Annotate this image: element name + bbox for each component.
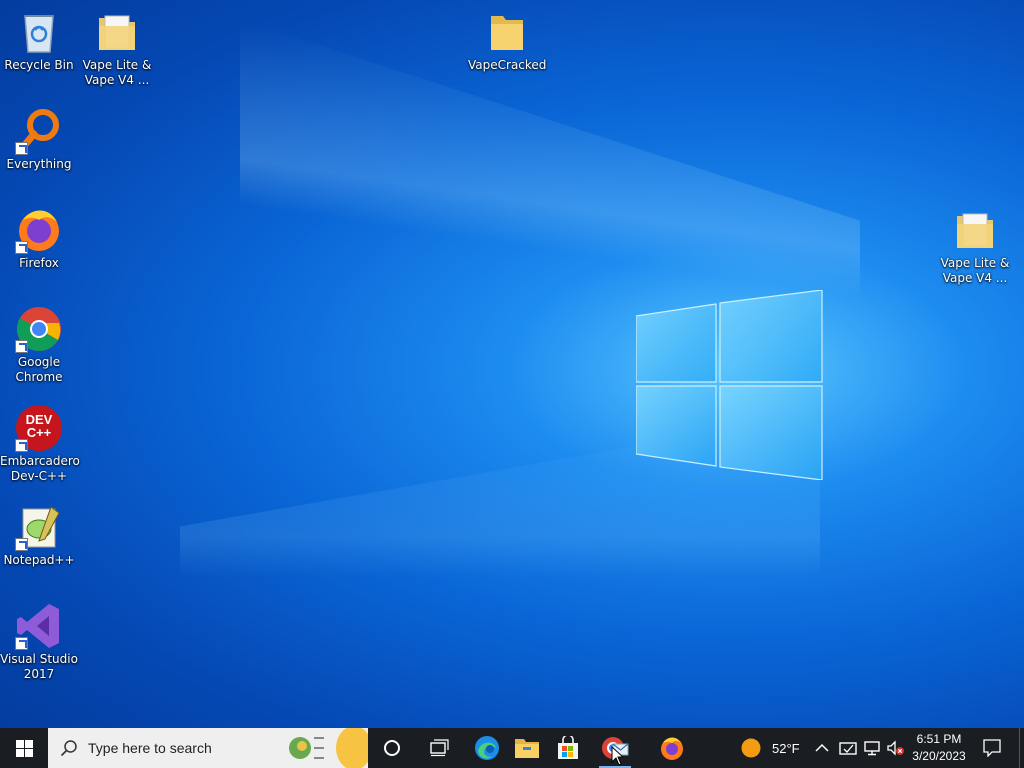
weather-widget[interactable]: 52°F <box>740 728 800 768</box>
cortana-button[interactable] <box>368 728 416 768</box>
visual-studio-icon <box>15 602 63 650</box>
task-view-button[interactable] <box>416 728 464 768</box>
volume-muted-icon[interactable] <box>887 740 905 756</box>
clock-date: 3/20/2023 <box>912 749 966 763</box>
desktop-icon-visual-studio-2017[interactable]: Visual Studio 2017 <box>0 602 78 682</box>
taskbar: Type here to search 52°F 6:51 PM 3/20/20… <box>0 726 1024 768</box>
edge-icon <box>475 736 499 760</box>
network-icon[interactable] <box>863 740 881 756</box>
folder-icon <box>93 8 141 56</box>
windows-start-icon <box>15 739 33 757</box>
firefox-icon <box>661 737 683 760</box>
clock-time: 6:51 PM <box>916 732 962 746</box>
microsoft-store-icon <box>558 736 578 759</box>
shortcut-arrow-icon <box>15 340 28 353</box>
cortana-icon <box>384 740 400 756</box>
desktop-icon-notepad-plus-plus[interactable]: Notepad++ <box>0 503 78 568</box>
weather-sun-icon <box>741 738 761 758</box>
desktop-icon-label: Visual Studio 2017 <box>0 652 78 681</box>
shortcut-arrow-icon <box>15 142 28 155</box>
desktop-icon-label: Embarcadero Dev-C++ <box>0 454 80 483</box>
desktop-icon-label: VapeCracked <box>468 58 547 72</box>
taskbar-microsoft-store[interactable] <box>544 728 592 768</box>
shortcut-arrow-icon <box>15 637 28 650</box>
weather-temperature: 52°F <box>772 740 800 756</box>
desktop-icon-label: Notepad++ <box>3 553 75 567</box>
search-placeholder: Type here to search <box>88 740 212 756</box>
shortcut-arrow-icon <box>15 439 28 452</box>
task-view-icon <box>430 739 449 757</box>
firefox-icon <box>15 206 63 254</box>
folder-icon <box>483 8 531 56</box>
windows-wallpaper-logo <box>636 290 823 480</box>
notification-icon <box>983 739 1001 757</box>
chevron-up-icon[interactable] <box>814 740 830 756</box>
desktop-icon-label: Vape Lite & Vape V4 ... <box>940 256 1010 285</box>
desktop-icon-vape-folder-2[interactable]: Vape Lite & Vape V4 ... <box>936 206 1014 286</box>
taskbar-firefox[interactable] <box>648 728 696 768</box>
desktop-icon-label: Vape Lite & Vape V4 ... <box>82 58 152 87</box>
security-icon[interactable] <box>839 740 857 756</box>
taskbar-search-box[interactable]: Type here to search <box>48 726 372 768</box>
desktop-icon-label: Everything <box>6 157 72 171</box>
devcpp-icon: DEV C++ <box>15 404 63 452</box>
start-button[interactable] <box>0 728 48 768</box>
devcpp-badge-text: DEV C++ <box>25 412 53 440</box>
desktop-icon-vape-folder[interactable]: Vape Lite & Vape V4 ... <box>78 8 156 88</box>
file-explorer-icon <box>515 739 539 758</box>
shortcut-arrow-icon <box>15 538 28 551</box>
search-icon <box>60 740 77 757</box>
notification-center-button[interactable] <box>968 728 1016 768</box>
taskbar-clock[interactable]: 6:51 PM 3/20/2023 <box>904 731 974 765</box>
mouse-cursor-icon <box>611 746 623 766</box>
everything-search-icon <box>15 107 63 155</box>
shortcut-arrow-icon <box>15 241 28 254</box>
desktop-icon-vapecracked-folder[interactable]: VapeCracked <box>468 8 546 73</box>
system-tray <box>814 728 905 768</box>
desktop-icon-label: Firefox <box>19 256 59 270</box>
show-desktop-button[interactable] <box>1019 728 1024 768</box>
desktop-icon-firefox[interactable]: Firefox <box>0 206 78 271</box>
folder-icon <box>951 206 999 254</box>
notepad-plus-plus-icon <box>15 503 63 551</box>
desktop-icon-dev-cpp[interactable]: DEV C++ Embarcadero Dev-C++ <box>0 404 80 484</box>
chrome-icon <box>15 305 63 353</box>
desktop-icon-google-chrome[interactable]: Google Chrome <box>0 305 78 385</box>
recycle-bin-icon <box>15 8 63 56</box>
desktop-icon-recycle-bin[interactable]: Recycle Bin <box>0 8 78 73</box>
search-highlight-image <box>288 726 372 768</box>
desktop-icon-label: Recycle Bin <box>4 58 74 72</box>
desktop-icon-everything[interactable]: Everything <box>0 107 78 172</box>
desktop-icon-label: Google Chrome <box>15 355 63 384</box>
